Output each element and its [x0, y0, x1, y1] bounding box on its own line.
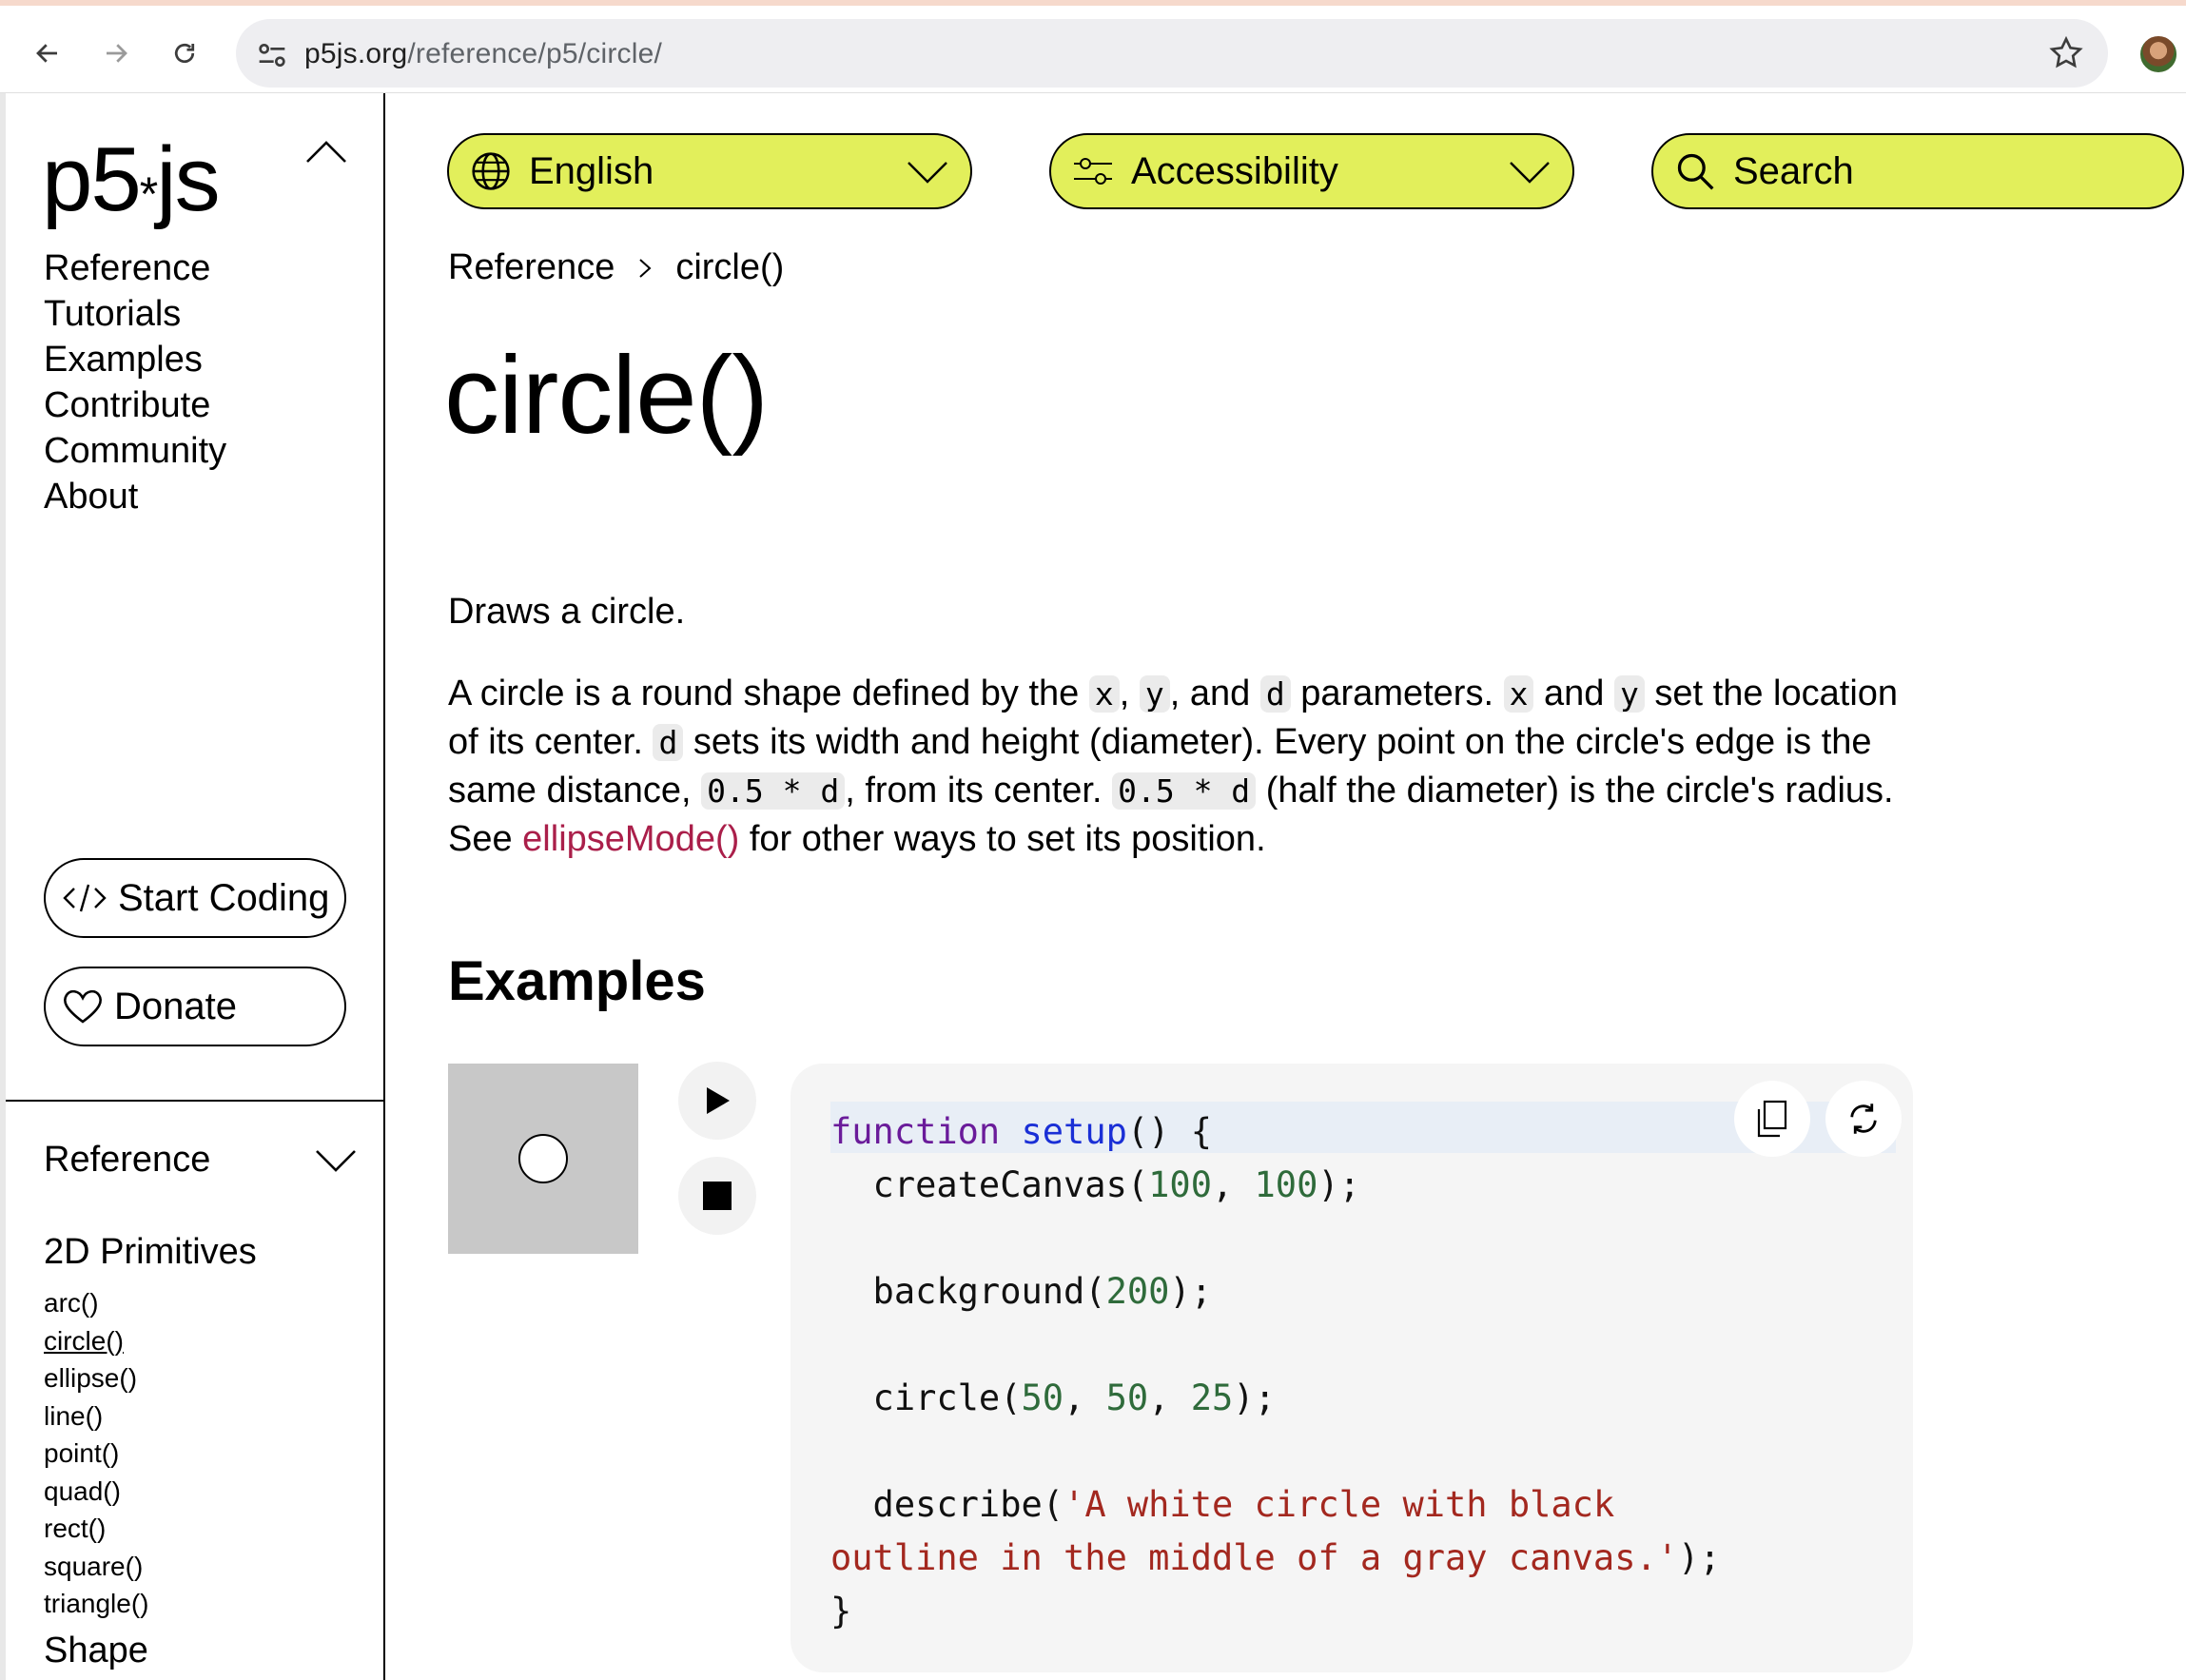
p5js-logo[interactable]: p5*js	[42, 127, 221, 232]
reference-index: Reference 2D Primitives arc() circle() e…	[44, 1140, 358, 1671]
inline-code-d: d	[653, 724, 684, 761]
inline-code-y: y	[1613, 675, 1645, 713]
nav-community[interactable]: Community	[44, 428, 226, 474]
search-button[interactable]: Search	[1651, 133, 2184, 209]
code-content[interactable]: function setup() { createCanvas(100, 100…	[830, 1105, 1858, 1638]
group-title-2d-primitives: 2D Primitives	[44, 1232, 257, 1272]
main-nav: Reference Tutorials Examples Contribute …	[44, 245, 226, 519]
play-icon	[707, 1087, 730, 1114]
chevron-down-icon	[908, 162, 947, 184]
chevron-down-icon	[1510, 162, 1550, 184]
play-button[interactable]	[678, 1062, 756, 1140]
sketch-canvas[interactable]	[448, 1064, 638, 1254]
ref-item-ellipse[interactable]: ellipse()	[44, 1359, 358, 1397]
reference-toggle[interactable]: Reference	[44, 1140, 358, 1181]
ref-item-triangle[interactable]: triangle()	[44, 1585, 358, 1623]
sidebar-divider	[6, 1100, 385, 1102]
stop-button[interactable]	[678, 1157, 756, 1235]
inline-code-half-d: 0.5 * d	[701, 772, 846, 810]
code-editor[interactable]: function setup() { createCanvas(100, 100…	[790, 1064, 1913, 1672]
examples-heading: Examples	[448, 950, 706, 1012]
breadcrumb-current: circle()	[675, 247, 785, 287]
forward-arrow-icon[interactable]	[93, 30, 139, 76]
reload-icon[interactable]	[162, 30, 207, 76]
ellipsemode-link[interactable]: ellipseMode()	[522, 819, 739, 859]
search-icon	[1677, 153, 1714, 190]
chevron-right-icon	[639, 258, 652, 278]
chevron-down-icon	[316, 1149, 356, 1172]
profile-avatar[interactable]	[2138, 34, 2178, 74]
back-arrow-icon[interactable]	[25, 30, 70, 76]
language-select[interactable]: English	[447, 133, 972, 209]
chevron-up-icon[interactable]	[304, 137, 348, 166]
inline-code-y: y	[1139, 675, 1170, 713]
ref-item-quad[interactable]: quad()	[44, 1473, 358, 1511]
copy-code-button[interactable]	[1734, 1081, 1810, 1157]
rendered-circle	[518, 1134, 568, 1183]
url-text: p5js.org/reference/p5/circle/	[304, 38, 662, 69]
nav-tutorials[interactable]: Tutorials	[44, 291, 226, 337]
long-description: A circle is a round shape defined by the…	[448, 674, 1899, 859]
breadcrumb: Reference circle()	[448, 247, 784, 288]
heart-icon	[64, 989, 102, 1024]
ref-item-square[interactable]: square()	[44, 1548, 358, 1586]
inline-code-x: x	[1503, 675, 1534, 713]
bookmark-star-icon[interactable]	[2047, 34, 2085, 72]
sidebar: p5*js Reference Tutorials Examples Contr…	[6, 93, 385, 1680]
stop-icon	[703, 1182, 732, 1210]
short-description: Draws a circle.	[448, 592, 686, 632]
accessibility-select[interactable]: Accessibility	[1049, 133, 1574, 209]
start-coding-button[interactable]: Start Coding	[44, 858, 346, 938]
group-title-shape: Shape	[44, 1630, 148, 1670]
ref-item-rect[interactable]: rect()	[44, 1510, 358, 1548]
reference-list: arc() circle() ellipse() line() point() …	[44, 1284, 358, 1623]
ref-item-point[interactable]: point()	[44, 1435, 358, 1473]
nav-about[interactable]: About	[44, 474, 226, 519]
address-bar[interactable]: p5js.org/reference/p5/circle/	[236, 19, 2108, 88]
breadcrumb-reference[interactable]: Reference	[448, 247, 615, 288]
reset-code-button[interactable]	[1825, 1081, 1902, 1157]
inline-code-d: d	[1259, 675, 1291, 713]
refresh-icon	[1850, 1104, 1877, 1134]
nav-examples[interactable]: Examples	[44, 337, 226, 382]
donate-button[interactable]: Donate	[44, 967, 346, 1046]
ref-item-circle[interactable]: circle()	[44, 1322, 358, 1360]
main-content: English Accessibility Search Reference c…	[387, 93, 2186, 1680]
page-title: circle()	[444, 333, 769, 457]
globe-icon	[472, 152, 510, 190]
browser-toolbar: p5js.org/reference/p5/circle/	[0, 6, 2186, 93]
sliders-icon	[1074, 158, 1112, 185]
nav-reference[interactable]: Reference	[44, 245, 226, 291]
ref-item-arc[interactable]: arc()	[44, 1284, 358, 1322]
site-settings-icon[interactable]	[253, 36, 291, 74]
code-icon	[63, 884, 107, 912]
copy-icon	[1757, 1100, 1787, 1138]
ref-item-line[interactable]: line()	[44, 1397, 358, 1436]
nav-contribute[interactable]: Contribute	[44, 382, 226, 428]
inline-code-x: x	[1088, 675, 1120, 713]
inline-code-half-d: 0.5 * d	[1112, 772, 1257, 810]
page: p5*js Reference Tutorials Examples Contr…	[6, 93, 2186, 1680]
